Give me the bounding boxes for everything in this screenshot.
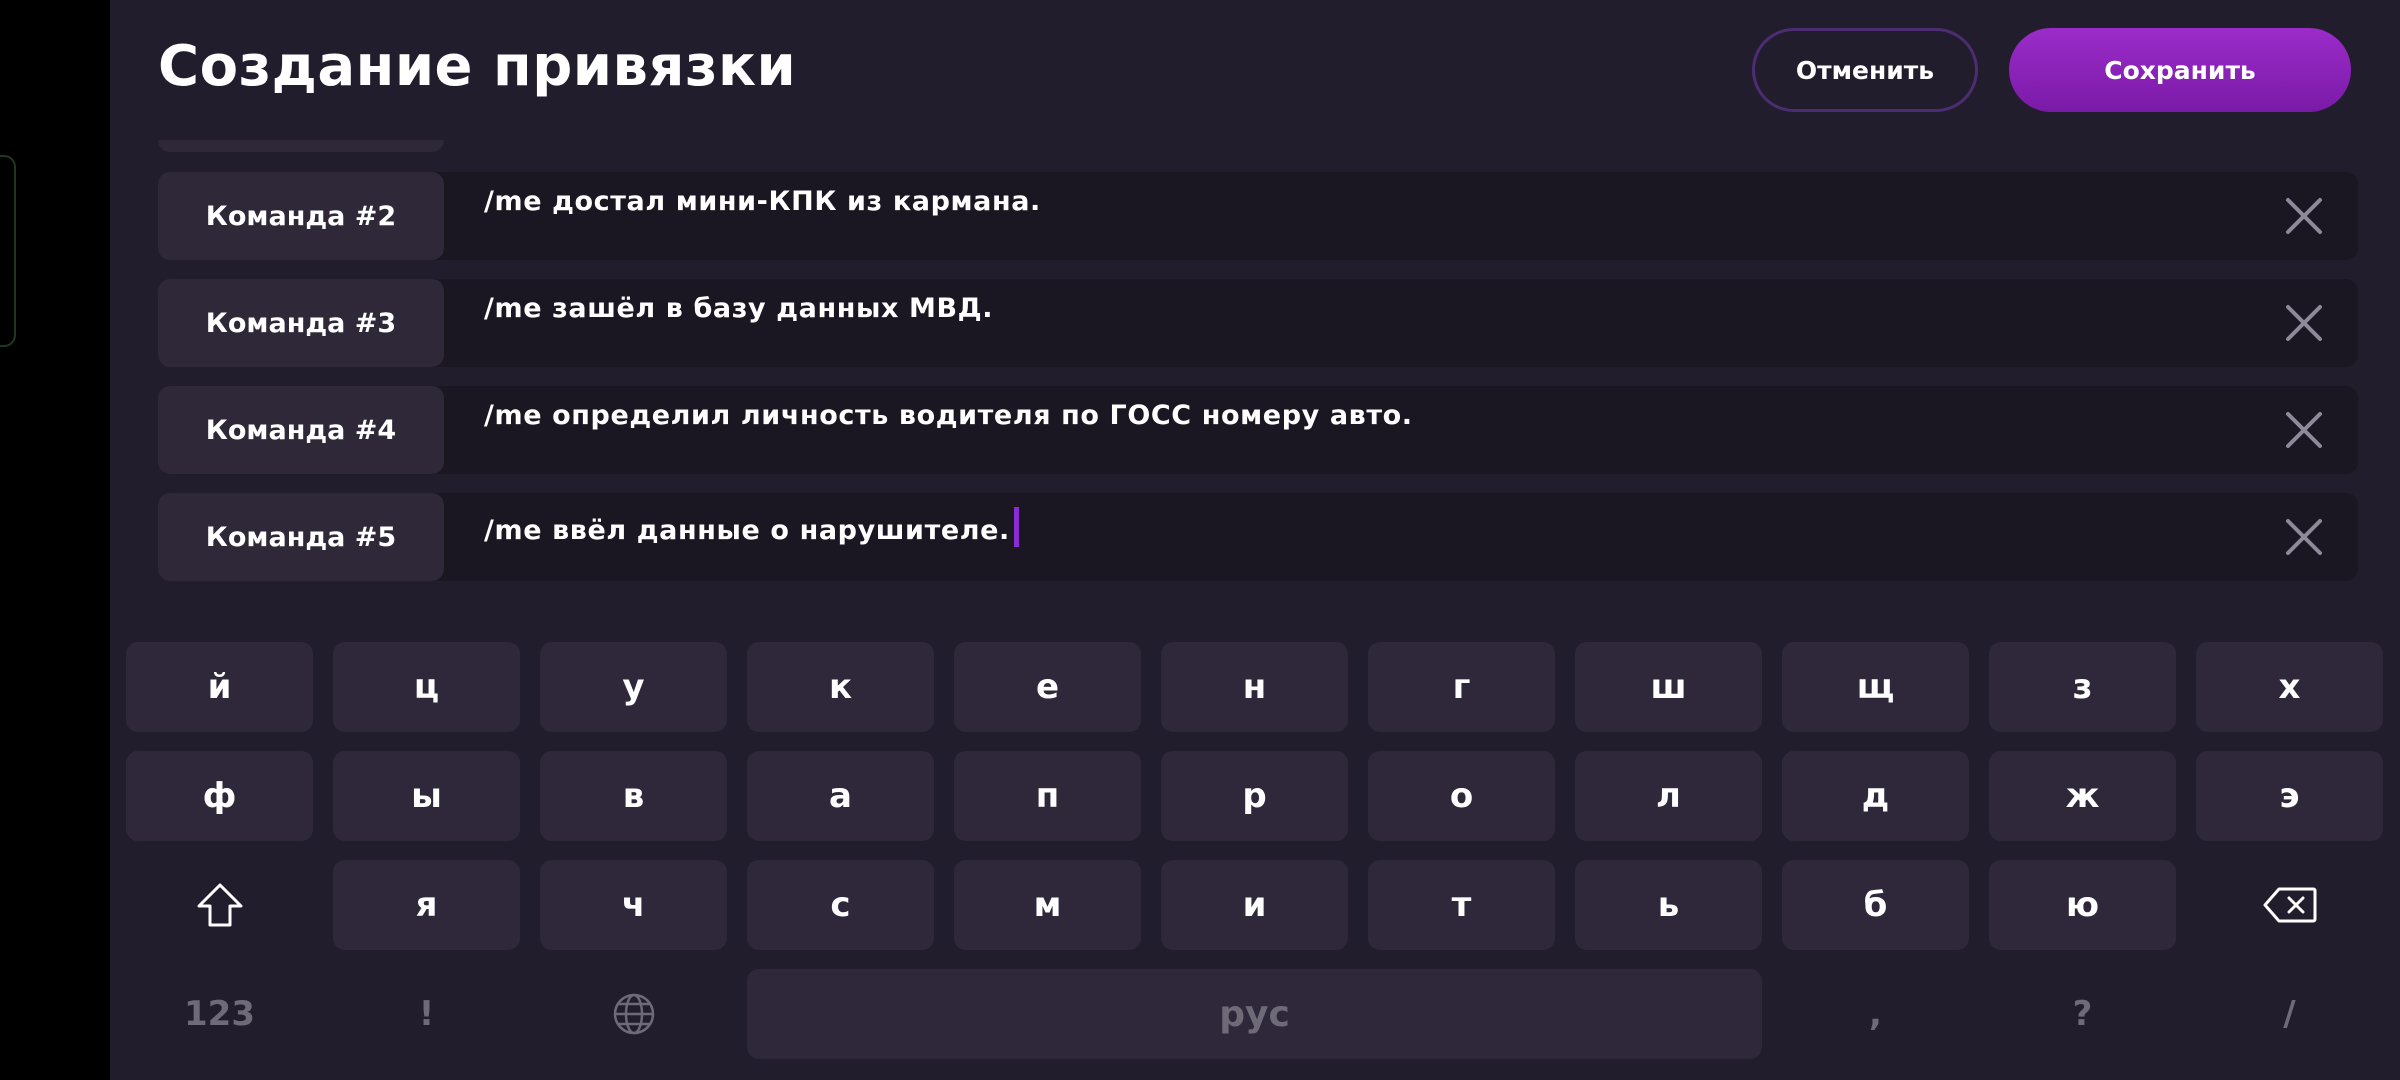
key[interactable]: б <box>1782 860 1969 950</box>
key[interactable]: у <box>540 642 727 732</box>
page-title: Создание привязки <box>158 34 797 99</box>
key[interactable]: ж <box>1989 751 2176 841</box>
remove-icon[interactable] <box>2284 303 2324 343</box>
key[interactable]: з <box>1989 642 2176 732</box>
key[interactable]: с <box>747 860 934 950</box>
key[interactable]: х <box>2196 642 2383 732</box>
shift-key[interactable] <box>126 860 313 950</box>
cancel-button[interactable]: Отменить <box>1752 28 1978 112</box>
key[interactable]: ч <box>540 860 727 950</box>
command-row: Команда #2 /me достал мини-КПК из карман… <box>158 172 2358 260</box>
key[interactable]: м <box>954 860 1141 950</box>
binding-editor: Создание привязки Отменить Сохранить Ком… <box>110 0 2400 1080</box>
side-handle[interactable] <box>0 155 16 347</box>
key[interactable]: о <box>1368 751 1555 841</box>
key[interactable]: д <box>1782 751 1969 841</box>
command-label: Команда #3 <box>158 279 444 367</box>
command-row: Команда #3 /me зашёл в базу данных МВД. <box>158 279 2358 367</box>
command-input-focused[interactable]: /me ввёл данные о нарушителе. <box>484 507 1019 547</box>
on-screen-keyboard: й ц у к е н г ш щ з х ф ы в а п р о л д … <box>126 642 2386 1080</box>
language-key[interactable] <box>540 969 727 1059</box>
backspace-icon <box>2263 887 2316 923</box>
backspace-key[interactable] <box>2196 860 2383 950</box>
text-caret <box>1013 507 1019 547</box>
command-row: Команда #4 /me определил личность водите… <box>158 386 2358 474</box>
key[interactable]: й <box>126 642 313 732</box>
comma-key[interactable]: , <box>1782 969 1969 1059</box>
remove-icon[interactable] <box>2284 410 2324 450</box>
command-label: Команда #2 <box>158 172 444 260</box>
key[interactable]: ю <box>1989 860 2176 950</box>
key[interactable]: ь <box>1575 860 1762 950</box>
key[interactable]: э <box>2196 751 2383 841</box>
numbers-key[interactable]: 123 <box>126 969 313 1059</box>
key[interactable]: е <box>954 642 1141 732</box>
key[interactable]: ц <box>333 642 520 732</box>
key[interactable]: ш <box>1575 642 1762 732</box>
command-label: Команда #4 <box>158 386 444 474</box>
command-row-active: Команда #5 /me ввёл данные о нарушителе. <box>158 493 2358 581</box>
key[interactable]: ы <box>333 751 520 841</box>
key[interactable]: л <box>1575 751 1762 841</box>
key[interactable]: я <box>333 860 520 950</box>
key[interactable]: п <box>954 751 1141 841</box>
globe-icon <box>613 993 654 1035</box>
key[interactable]: г <box>1368 642 1555 732</box>
remove-icon[interactable] <box>2284 517 2324 557</box>
shift-icon <box>197 883 242 927</box>
command-input[interactable]: /me достал мини-КПК из кармана. <box>484 186 1041 217</box>
key[interactable]: щ <box>1782 642 1969 732</box>
remove-icon[interactable] <box>2284 196 2324 236</box>
key[interactable]: к <box>747 642 934 732</box>
exclamation-key[interactable]: ! <box>333 969 520 1059</box>
command-input[interactable]: /me определил личность водителя по ГОСС … <box>484 400 1413 431</box>
key[interactable]: в <box>540 751 727 841</box>
key[interactable]: и <box>1161 860 1348 950</box>
key[interactable]: н <box>1161 642 1348 732</box>
header: Создание привязки Отменить Сохранить <box>110 0 2400 140</box>
key[interactable]: т <box>1368 860 1555 950</box>
save-button[interactable]: Сохранить <box>2009 28 2351 112</box>
slash-key[interactable]: / <box>2196 969 2383 1059</box>
key[interactable]: а <box>747 751 934 841</box>
command-label: Команда #5 <box>158 493 444 581</box>
command-input-text: /me ввёл данные о нарушителе. <box>484 515 1010 546</box>
left-edge-strip <box>0 0 110 1080</box>
question-key[interactable]: ? <box>1989 969 2176 1059</box>
command-input[interactable]: /me зашёл в базу данных МВД. <box>484 293 993 324</box>
space-key[interactable]: рус <box>747 969 1762 1059</box>
key[interactable]: р <box>1161 751 1348 841</box>
key[interactable]: ф <box>126 751 313 841</box>
